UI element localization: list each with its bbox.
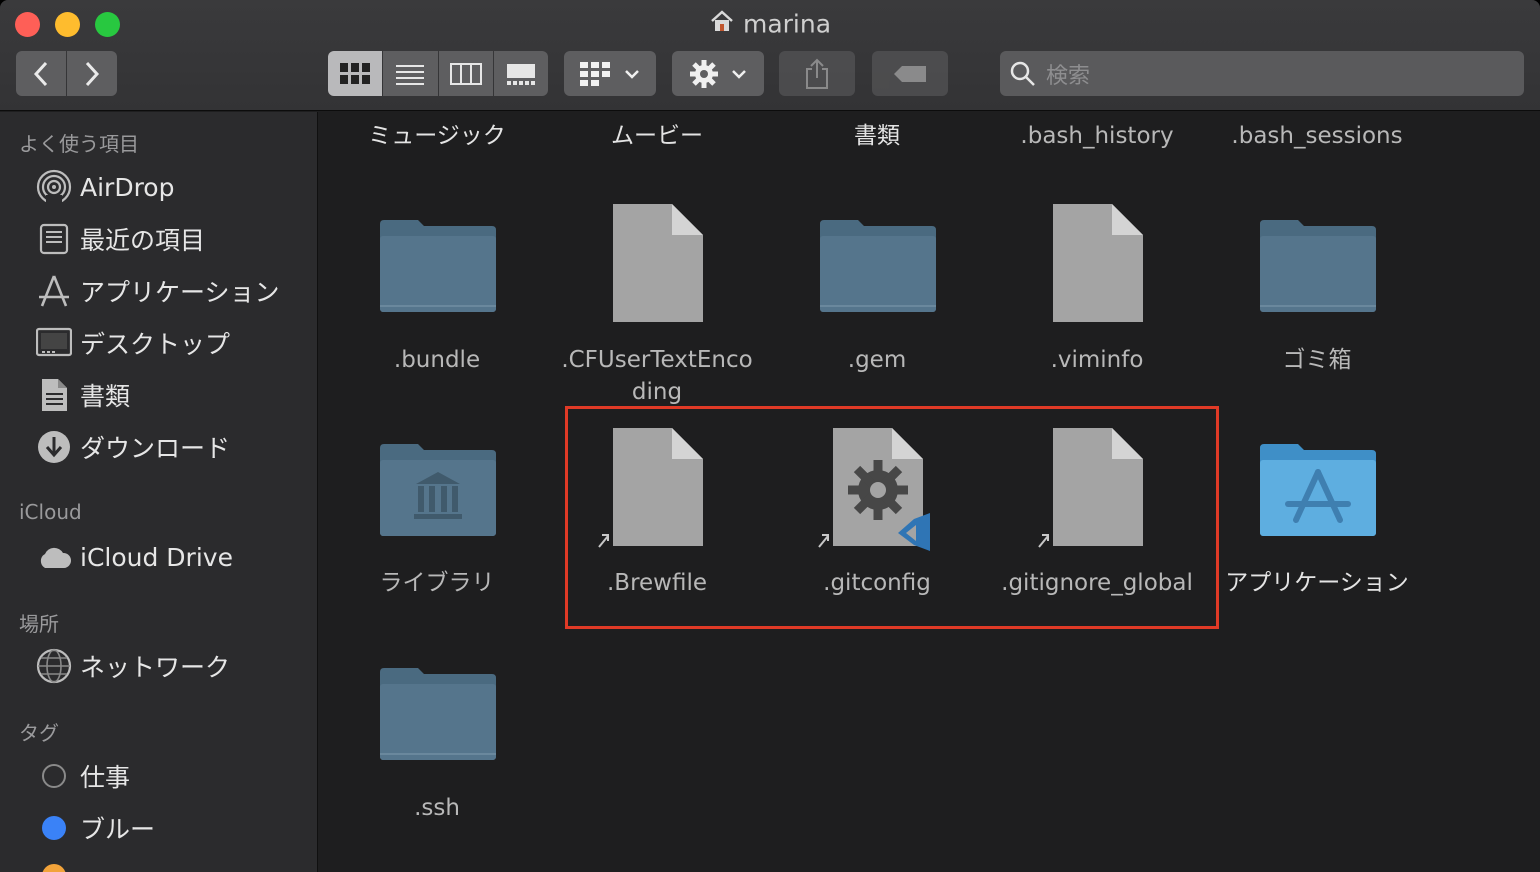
- finder-window: marina 検索 よく使う項目 AirDrop 最近の項目 アプリケーション …: [0, 0, 1540, 872]
- forward-button[interactable]: [67, 51, 117, 96]
- document-icon[interactable]: [612, 203, 704, 323]
- cloud-icon: [36, 539, 72, 575]
- sidebar-item-label: 書類: [80, 382, 131, 411]
- group-by-button[interactable]: [564, 51, 656, 96]
- network-icon: [36, 648, 72, 684]
- tag-color-dot: [42, 864, 66, 872]
- grid-icon: [580, 61, 610, 86]
- icon-view-button[interactable]: [328, 51, 383, 96]
- share-button[interactable]: [779, 51, 855, 96]
- sidebar-item-label: AirDrop: [80, 172, 175, 202]
- home-folder-icon: [709, 9, 735, 39]
- sidebar-item-desktop[interactable]: デスクトップ: [36, 323, 230, 363]
- folder-icon[interactable]: [378, 666, 498, 762]
- file-item-label[interactable]: .viminfo: [987, 344, 1207, 376]
- sidebar-item-tag-cutoff[interactable]: [36, 860, 80, 872]
- list-icon: [396, 64, 425, 85]
- action-menu-button[interactable]: [672, 51, 764, 96]
- sidebar-item-airdrop[interactable]: AirDrop: [36, 167, 174, 207]
- highlight-annotation-box: [565, 406, 1219, 629]
- sidebar-item-label: アプリケーション: [80, 278, 280, 307]
- sidebar-item-label: ダウンロード: [80, 434, 231, 463]
- folder-icon[interactable]: [818, 218, 938, 314]
- window-title-text: marina: [742, 9, 832, 39]
- back-button[interactable]: [16, 51, 66, 96]
- gallery-icon: [506, 63, 535, 85]
- file-item-label[interactable]: .gem: [767, 344, 987, 376]
- applications-folder-icon[interactable]: [1258, 442, 1378, 538]
- file-item-label[interactable]: 書類: [767, 120, 987, 152]
- gear-icon: [690, 59, 718, 88]
- gallery-view-button[interactable]: [493, 51, 548, 96]
- sidebar-item-network[interactable]: ネットワーク: [36, 646, 230, 686]
- sidebar-item-label: 仕事: [80, 763, 131, 792]
- column-view-button[interactable]: [438, 51, 493, 96]
- document-icon: [36, 377, 72, 413]
- favorites-heading: よく使う項目: [19, 132, 139, 156]
- airdrop-icon: [36, 169, 72, 205]
- sidebar-item-label: 最近の項目: [80, 226, 206, 255]
- file-item-label[interactable]: ゴミ箱: [1207, 344, 1427, 376]
- sidebar-item-applications[interactable]: アプリケーション: [36, 271, 280, 311]
- file-item-label[interactable]: .ssh: [327, 792, 547, 824]
- chevron-down-icon: [625, 69, 639, 79]
- file-item-label[interactable]: ライブラリ: [327, 567, 547, 599]
- tags-heading: タグ: [19, 721, 59, 745]
- sidebar-item-tag-blue[interactable]: ブルー: [36, 808, 155, 848]
- list-view-button[interactable]: [383, 51, 438, 96]
- file-item-label[interactable]: .bash_sessions: [1207, 120, 1427, 152]
- toolbar: marina 検索: [0, 0, 1540, 111]
- file-item-label[interactable]: .bundle: [327, 344, 547, 376]
- sidebar-item-recents[interactable]: 最近の項目: [36, 219, 205, 259]
- icloud-heading: iCloud: [19, 500, 82, 524]
- file-item-label[interactable]: .CFUserTextEnco: [547, 344, 767, 376]
- window-title: marina: [0, 8, 1540, 39]
- chevron-left-icon: [33, 61, 48, 86]
- folder-icon[interactable]: [378, 218, 498, 314]
- share-icon: [806, 58, 828, 89]
- file-item-label[interactable]: ムービー: [547, 120, 767, 152]
- chevron-right-icon: [85, 61, 100, 86]
- tag-color-dot: [42, 816, 66, 840]
- desktop-icon: [36, 325, 72, 361]
- tags-button[interactable]: [872, 51, 948, 96]
- places-heading: 場所: [19, 612, 59, 636]
- file-item-label[interactable]: .bash_history: [987, 120, 1207, 152]
- download-icon: [36, 429, 72, 465]
- sidebar-item-label: ブルー: [80, 815, 156, 844]
- sidebar-item-tag-work[interactable]: 仕事: [36, 756, 130, 796]
- library-folder-icon[interactable]: [378, 442, 498, 538]
- tag-icon: [894, 65, 926, 82]
- file-item-label[interactable]: アプリケーション: [1207, 567, 1427, 599]
- sidebar-item-downloads[interactable]: ダウンロード: [36, 427, 230, 467]
- file-item-label: ding: [631, 379, 683, 405]
- trash-folder-icon[interactable]: [1258, 218, 1378, 314]
- sidebar-item-documents[interactable]: 書類: [36, 375, 130, 415]
- search-icon: [1010, 61, 1035, 86]
- sidebar-item-label: デスクトップ: [80, 330, 231, 359]
- grid-icon: [340, 62, 371, 84]
- recents-icon: [36, 221, 72, 257]
- chevron-down-icon: [732, 69, 746, 79]
- applications-icon: [36, 273, 72, 309]
- file-item-label[interactable]: ミュージック: [327, 120, 547, 152]
- sidebar: よく使う項目 AirDrop 最近の項目 アプリケーション デスクトップ 書類 …: [0, 112, 318, 872]
- document-icon[interactable]: [1052, 203, 1144, 323]
- sidebar-item-label: ネットワーク: [80, 653, 231, 682]
- search-field[interactable]: 検索: [1000, 51, 1524, 96]
- view-mode-segmented-control: [328, 51, 548, 96]
- search-placeholder: 検索: [1046, 63, 1091, 89]
- sidebar-item-icloud-drive[interactable]: iCloud Drive: [36, 537, 233, 577]
- columns-icon: [449, 62, 482, 85]
- sidebar-item-label: iCloud Drive: [80, 542, 233, 572]
- tag-color-dot: [42, 764, 66, 788]
